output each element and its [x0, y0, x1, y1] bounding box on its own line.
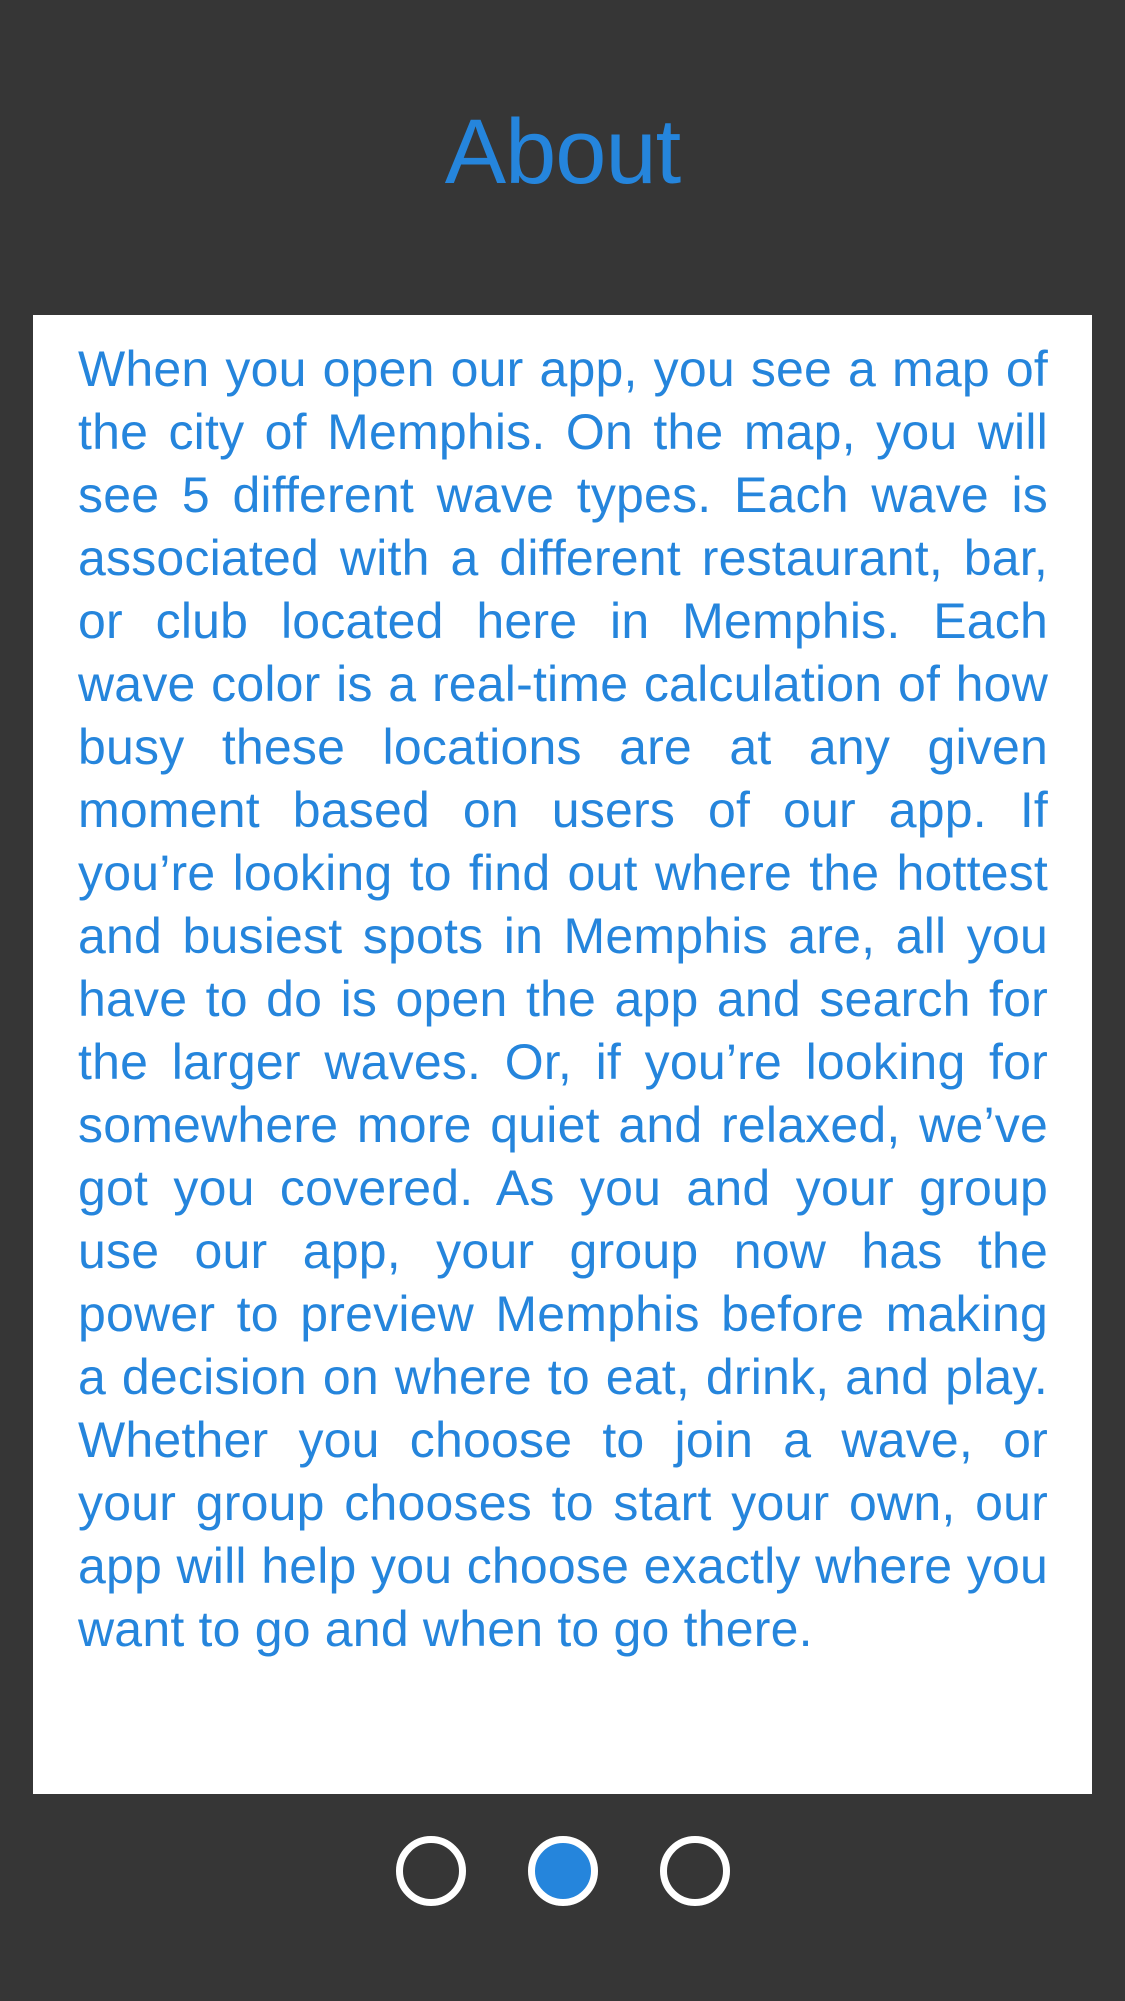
page-indicator — [0, 1836, 1125, 1906]
page-dot-2-active[interactable] — [527, 1836, 598, 1906]
page-dot-3[interactable] — [659, 1836, 730, 1906]
about-text[interactable]: When you open our app, you see a map of … — [78, 338, 1048, 1661]
about-card: When you open our app, you see a map of … — [33, 315, 1092, 1794]
page-dot-1[interactable] — [395, 1836, 466, 1906]
page-title: About — [444, 101, 681, 203]
